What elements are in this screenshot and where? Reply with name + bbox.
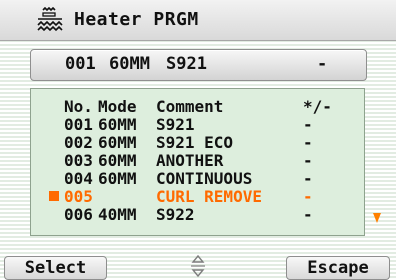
program-mode: 60MM <box>98 133 137 152</box>
current-program-bar: 001 60MM S921 - <box>30 49 367 81</box>
list-item[interactable]: 002 60MM S921 ECO - <box>31 133 364 152</box>
title-bar: Heater PRGM <box>0 0 396 41</box>
program-flag: - <box>303 115 313 134</box>
program-comment: S921 ECO <box>156 133 234 152</box>
current-program-number: 001 <box>65 54 96 74</box>
program-flag: - <box>303 133 313 152</box>
header-mode: Mode <box>98 97 137 116</box>
list-item[interactable]: 006 40MM S922 - <box>31 205 364 224</box>
program-list[interactable]: No. Mode Comment */- 001 60MM S921 - 002… <box>30 88 381 236</box>
program-comment: S922 <box>156 205 195 224</box>
list-header: No. Mode Comment */- <box>31 97 364 116</box>
up-down-arrow-icon <box>191 254 205 278</box>
program-number: 001 <box>64 115 93 134</box>
program-flag: - <box>303 169 313 188</box>
program-number: 005 <box>64 187 93 206</box>
scroll-down-arrow-icon[interactable] <box>373 213 381 223</box>
program-number: 003 <box>64 151 93 170</box>
heater-icon <box>37 7 63 32</box>
program-comment: CONTINUOUS <box>156 169 253 188</box>
program-mode: 60MM <box>98 151 137 170</box>
program-comment: CURL REMOVE <box>156 187 262 206</box>
program-flag: - <box>303 205 313 224</box>
heater-program-screen: Heater PRGM 001 60MM S921 - No. Mode Com… <box>0 0 396 280</box>
escape-button[interactable]: Escape <box>286 256 390 280</box>
select-button[interactable]: Select <box>4 256 107 280</box>
program-comment: ANOTHER <box>156 151 224 170</box>
current-program-comment: S921 <box>166 54 207 74</box>
program-flag: - <box>303 151 313 170</box>
current-program-flag: - <box>317 54 328 74</box>
selection-marker <box>49 191 59 201</box>
list-item-selected[interactable]: 005 CURL REMOVE - <box>31 187 364 206</box>
program-mode: 40MM <box>98 205 137 224</box>
list-item[interactable]: 001 60MM S921 - <box>31 115 364 134</box>
program-number: 004 <box>64 169 93 188</box>
program-number: 002 <box>64 133 93 152</box>
screen-title: Heater PRGM <box>74 9 199 30</box>
header-flag: */- <box>303 97 332 116</box>
program-comment: S921 <box>156 115 195 134</box>
list-item[interactable]: 004 60MM CONTINUOUS - <box>31 169 364 188</box>
current-program-mode: 60MM <box>109 54 150 74</box>
header-comment: Comment <box>156 97 224 116</box>
header-no: No. <box>64 97 93 116</box>
list-item[interactable]: 003 60MM ANOTHER - <box>31 151 364 170</box>
program-mode: 60MM <box>98 169 137 188</box>
program-mode: 60MM <box>98 115 137 134</box>
program-flag: - <box>303 187 313 206</box>
program-number: 006 <box>64 205 93 224</box>
